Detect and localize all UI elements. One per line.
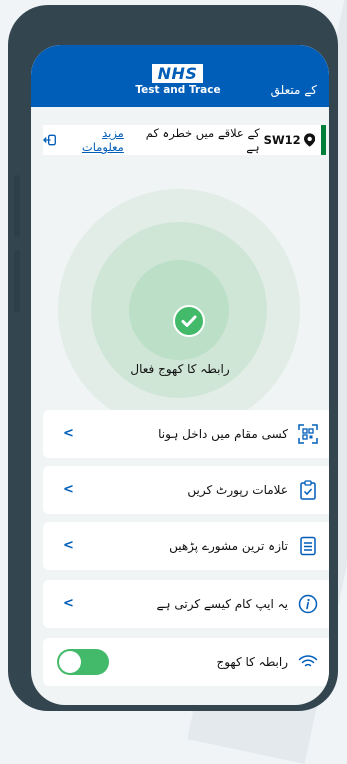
- area-code: SW12: [263, 133, 301, 147]
- clipboard-icon: [300, 480, 316, 500]
- menu-item-label: تازہ ترین مشورے پڑھیں: [169, 539, 288, 553]
- contact-tracing-toggle[interactable]: [57, 649, 109, 675]
- qr-scan-icon: [298, 424, 318, 444]
- latest-advice-item[interactable]: تازہ ترین مشورے پڑھیں <: [43, 522, 329, 570]
- location-pin-icon: [303, 133, 315, 147]
- app-header: NHS Test and Trace کے متعلق: [31, 45, 329, 107]
- nhs-logo: NHS: [152, 64, 203, 83]
- phone-side-button: [14, 175, 20, 237]
- chevron-left-icon: <: [63, 426, 74, 441]
- app-screen: NHS Test and Trace کے متعلق SW12 کے علاق…: [31, 45, 329, 705]
- how-app-works-item[interactable]: یہ ایپ کام کیسے کرتی ہے <: [43, 580, 329, 628]
- document-icon: [300, 536, 316, 556]
- menu-item-label: یہ ایپ کام کیسے کرتی ہے: [156, 597, 288, 611]
- menu-item-label: علامات رپورٹ کریں: [187, 483, 288, 497]
- info-icon: [298, 594, 318, 614]
- chevron-left-icon: <: [63, 596, 74, 611]
- phone-side-button: [14, 250, 20, 312]
- chevron-left-icon: <: [63, 538, 74, 553]
- menu-item-label: رابطہ کا کھوج: [216, 655, 288, 669]
- contact-tracing-toggle-item: رابطہ کا کھوج: [43, 638, 329, 686]
- tracing-status-label: رابطہ کا کھوج فعال: [130, 362, 230, 376]
- report-symptoms-item[interactable]: علامات رپورٹ کریں <: [43, 466, 329, 514]
- chevron-left-icon: <: [63, 482, 74, 497]
- phone-frame: NHS Test and Trace کے متعلق SW12 کے علاق…: [8, 5, 338, 711]
- active-status-badge: [173, 305, 205, 337]
- risk-message: کے علاقے میں خطرہ کم ہے: [145, 126, 260, 154]
- app-title: Test and Trace: [135, 84, 221, 96]
- menu-item-label: کسی مقام میں داخل ہونا: [158, 427, 288, 441]
- risk-level-banner: SW12 کے علاقے میں خطرہ کم ہے مزید معلوما…: [43, 125, 326, 155]
- checkmark-icon: [181, 315, 197, 327]
- about-link[interactable]: کے متعلق: [271, 83, 317, 97]
- more-info-link[interactable]: مزید معلومات: [60, 126, 124, 154]
- open-external-icon[interactable]: [43, 134, 56, 146]
- venue-check-in-item[interactable]: کسی مقام میں داخل ہونا <: [43, 410, 329, 458]
- wifi-signal-icon: [298, 655, 318, 667]
- toggle-knob: [59, 651, 81, 673]
